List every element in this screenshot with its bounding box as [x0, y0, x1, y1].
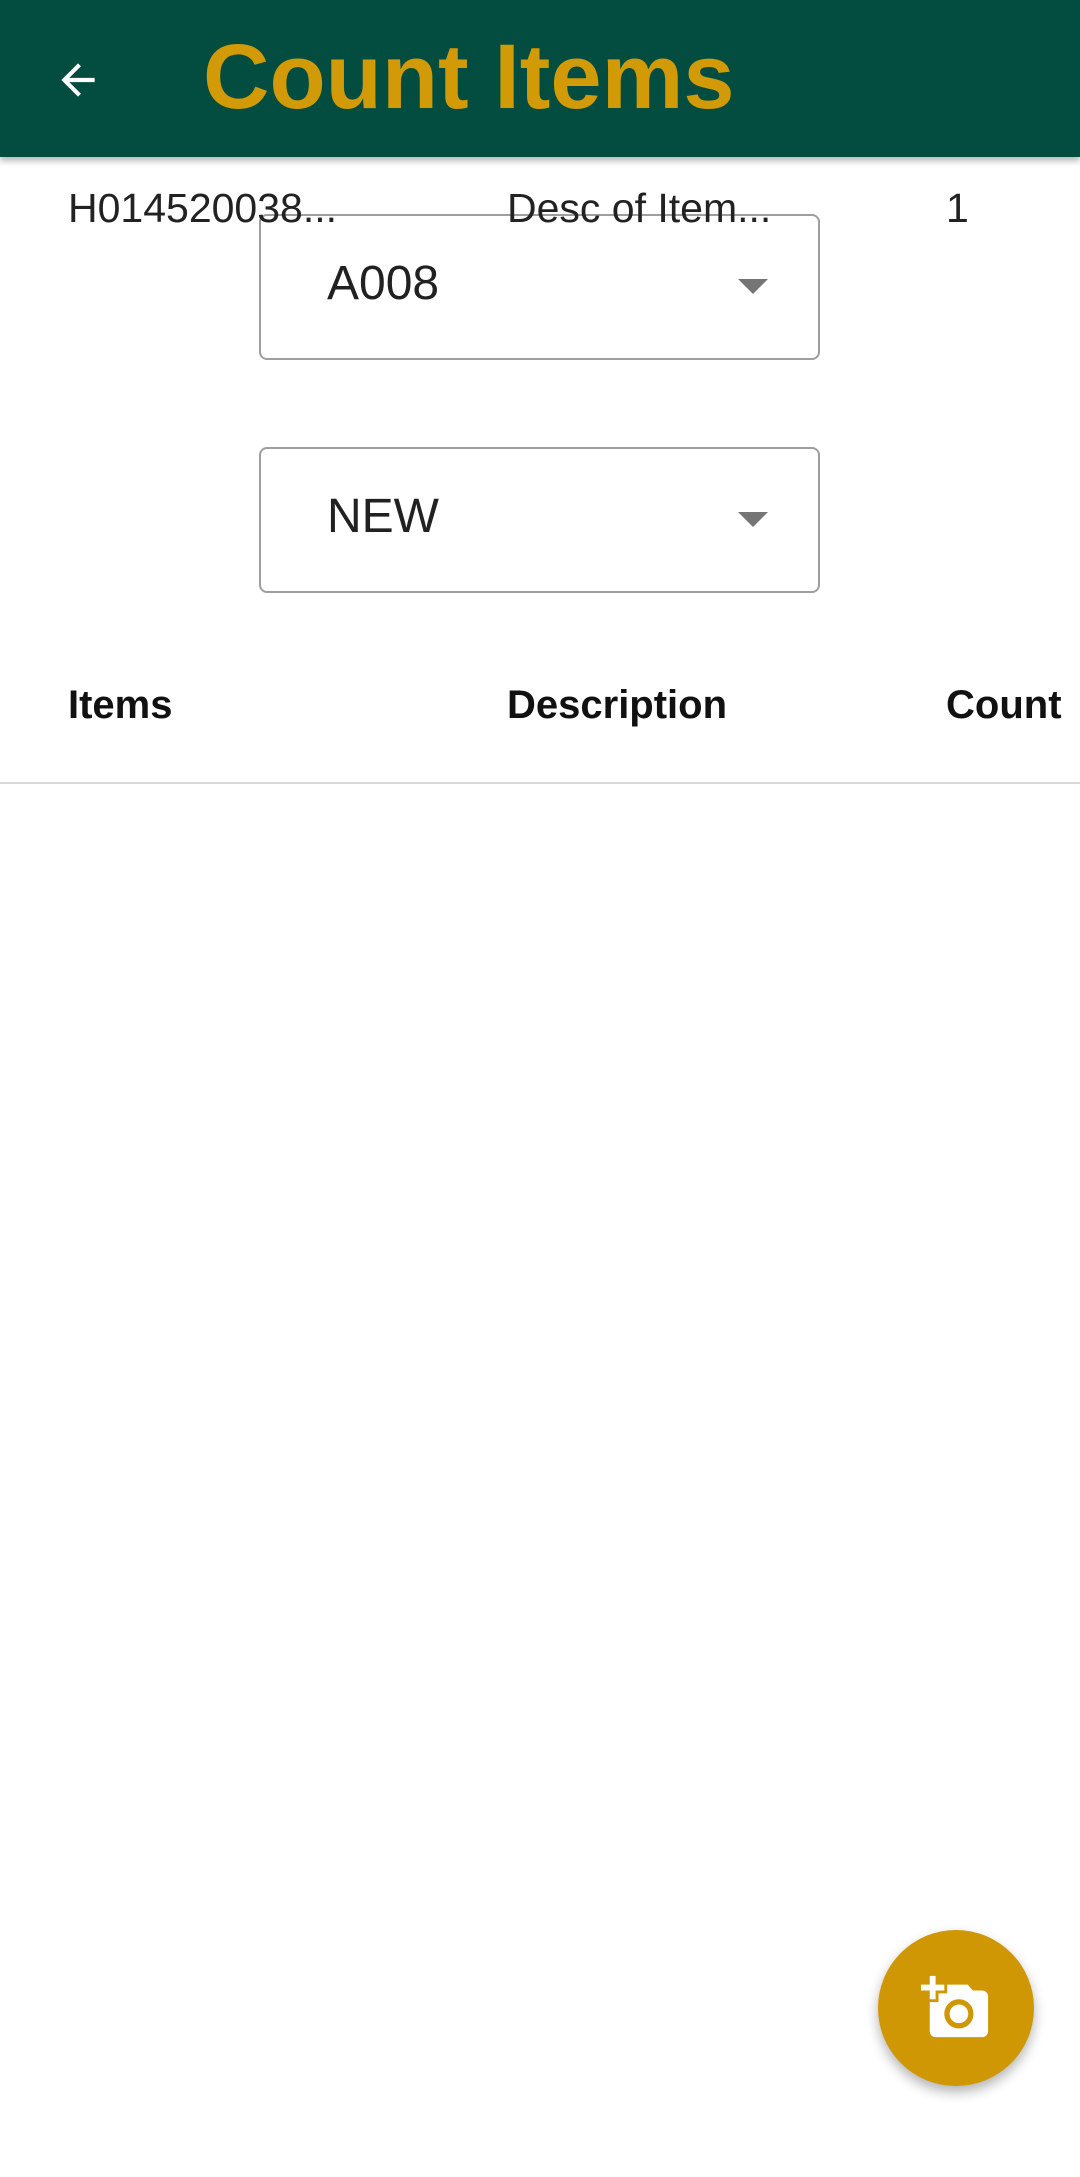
add-photo-button[interactable] [878, 1930, 1034, 2086]
column-header-description[interactable]: Description [507, 681, 727, 729]
table-header: Items Description Count [0, 640, 1080, 784]
item-code-cell: H014520038... [68, 185, 338, 231]
location-dropdown-value: A008 [327, 257, 440, 310]
column-header-items[interactable]: Items [68, 681, 173, 729]
location-dropdown[interactable]: A008 [259, 214, 820, 360]
column-header-count[interactable]: Count [946, 681, 1062, 729]
status-dropdown-value: NEW [327, 490, 439, 543]
dropdown-arrow-icon [738, 279, 768, 294]
status-dropdown[interactable]: NEW [259, 447, 820, 593]
page-title: Count Items [203, 26, 735, 128]
add-a-photo-icon [921, 1975, 989, 2038]
dropdown-arrow-icon [738, 512, 768, 527]
item-count-cell: 1 [946, 185, 969, 231]
arrow-back-icon [61, 63, 95, 97]
app-bar: Count Items [0, 0, 1080, 157]
back-button[interactable] [34, 36, 122, 124]
items-table: Items Description Count [0, 640, 1080, 784]
item-description-cell: Desc of Item... [507, 185, 772, 231]
